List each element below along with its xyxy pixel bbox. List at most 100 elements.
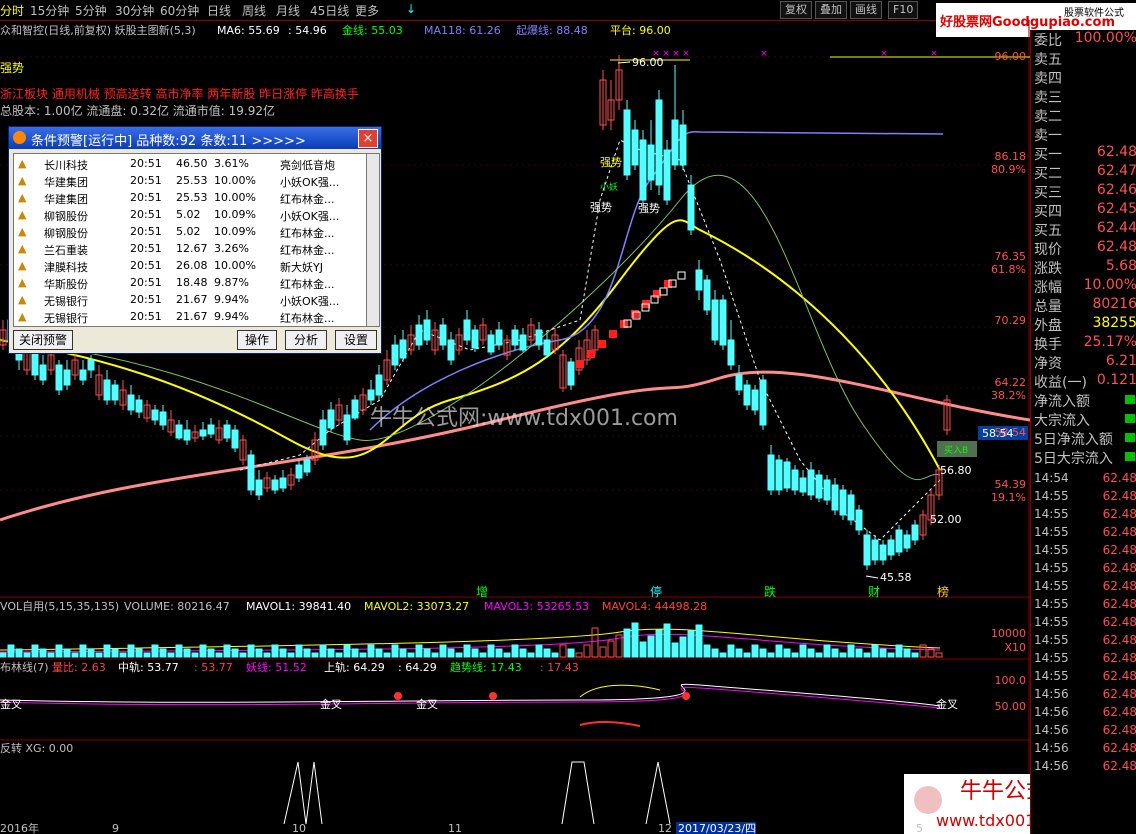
support-annotation: 52.00 <box>930 513 962 526</box>
rise-marker <box>631 310 639 318</box>
candle <box>111 384 119 401</box>
timeframe-tab-7[interactable]: 月线 <box>276 2 300 19</box>
high-pointer <box>617 61 631 64</box>
toolbar-button-1[interactable]: 叠加 <box>815 1 847 19</box>
candle <box>727 339 735 366</box>
timeframe-tab-3[interactable]: 30分钟 <box>115 2 154 19</box>
dropdown-arrow-icon[interactable]: ↓ <box>406 2 416 16</box>
boll-value-2: : 64.29 <box>398 661 437 674</box>
timeframe-tab-4[interactable]: 60分钟 <box>160 2 199 19</box>
toolbar-button-2[interactable]: 画线 <box>850 1 882 19</box>
volume-bar <box>559 644 567 658</box>
candle <box>663 149 671 201</box>
cow-logo-icon <box>914 786 942 814</box>
tick-row: 14:55 62.48 <box>1033 651 1136 669</box>
close-alert-button[interactable]: 关闭预警 <box>13 330 73 350</box>
timeframe-tab-1[interactable]: 15分钟 <box>30 2 69 19</box>
timeframe-tab-6[interactable]: 周线 <box>242 2 266 19</box>
tick-row: 14:55 62.48 <box>1033 489 1136 507</box>
volume-bar <box>695 624 703 658</box>
buy-level-5-value: 62.44 <box>1096 220 1136 236</box>
flow-row-0: 净流入额 <box>1033 391 1136 410</box>
quote-panel: 委比 100.00% 卖五 卖四 卖三 卖二 卖一 买一 62.48 买二 62.47 买三 62.46… <box>1030 30 1136 834</box>
timeframe-tab-2[interactable]: 5分钟 <box>75 2 107 19</box>
volume-bar <box>215 652 223 658</box>
candle <box>391 344 399 366</box>
alert-list-item[interactable]: ▲ 华建集团 20:51 25.53 10.00% 红布林金... <box>14 190 366 207</box>
alert-list-item[interactable]: ▲ 津膜科技 20:51 26.08 10.00% 新大妖YJ <box>14 258 366 275</box>
strong-label-1: 强势 <box>600 156 622 169</box>
tick-time: 14:56 <box>1034 759 1069 773</box>
alert-cell-0: 华建集团 <box>44 193 88 206</box>
up-arrow-icon: ▲ <box>18 242 27 255</box>
scrollbar[interactable] <box>366 153 380 327</box>
alert-list-item[interactable]: ▲ 长川科技 20:51 46.50 3.61% 亮剑低音炮 <box>14 156 366 173</box>
alert-list-item[interactable]: ▲ 无锡银行 20:51 21.67 9.94% 小妖OK强... <box>14 292 366 309</box>
flow-label: 5日大宗流入 <box>1034 451 1113 467</box>
date-label-3: 11 <box>448 822 462 834</box>
tick-row: 14:56 62.48 <box>1033 741 1136 759</box>
sell-level-4-label: 卖四 <box>1034 71 1062 87</box>
up-arrow-icon: ▲ <box>18 174 27 187</box>
price-axis-label: 100.0 <box>995 674 1027 687</box>
alert-cell-1: 20:51 <box>130 191 162 204</box>
volume-bar <box>831 648 839 658</box>
volume-bar <box>103 644 111 658</box>
close-icon[interactable]: × <box>358 129 378 148</box>
strong-label-3: 强势 <box>638 202 660 215</box>
alert-list-item[interactable]: ▲ 柳钢股份 20:51 5.02 10.09% 小妖OK强... <box>14 207 366 224</box>
volume-bar <box>711 648 719 658</box>
boll-value: : 53.77 <box>194 661 233 674</box>
candle <box>703 279 711 311</box>
alert-cell-2: 18.48 <box>176 276 208 289</box>
tick-price: 62.48 <box>1102 759 1136 773</box>
alert-list[interactable]: ▲ 长川科技 20:51 46.50 3.61% 亮剑低音炮 ▲ 华建集团 20:51 25.53… <box>13 153 367 327</box>
candle <box>711 299 719 341</box>
candle <box>279 477 287 489</box>
price-axis-label: 10000 <box>991 627 1026 640</box>
alert-cell-1: 20:51 <box>130 242 162 255</box>
up-arrow-icon: ▲ <box>18 276 27 289</box>
tick-row: 14:55 62.48 <box>1033 525 1136 543</box>
last-price-annotation: 56.80 <box>940 464 972 477</box>
alert-list-item[interactable]: ▲ 华斯股份 20:51 18.48 9.87% 红布林金... <box>14 275 366 292</box>
alert-title-bar[interactable]: 条件预警[运行中] 品种数:92 条数:11 >>>>> × <box>9 127 381 149</box>
timeframe-tab-5[interactable]: 日线 <box>207 2 231 19</box>
tick-price: 62.48 <box>1102 525 1136 539</box>
toolbar-button-3[interactable]: F10 <box>888 1 919 19</box>
stat-7: 收益(一) 0.121 <box>1033 372 1136 391</box>
toolbar-button-0[interactable]: 复权 <box>780 1 812 19</box>
volume-bar <box>359 652 367 658</box>
timeframe-tab-8[interactable]: 45日线 <box>310 2 349 19</box>
candle <box>207 424 215 435</box>
stat-3: 总量 80216 <box>1033 296 1136 315</box>
alert-cell-3: 9.94% <box>214 293 249 306</box>
volume-bar <box>183 648 191 658</box>
sell-level-2: 卖二 <box>1033 106 1136 125</box>
golden-cross-2: 金叉 <box>416 697 438 711</box>
settings-button[interactable]: 设置 <box>335 330 377 350</box>
volume-bar <box>567 648 575 658</box>
candle <box>847 494 855 521</box>
condition-alert-dialog[interactable]: 条件预警[运行中] 品种数:92 条数:11 >>>>> × ▲ 长川科技 20:5… <box>8 126 382 354</box>
alert-list-item[interactable]: ▲ 无锡银行 20:51 21.67 9.94% 红布林金... <box>14 309 366 326</box>
alert-list-item[interactable]: ▲ 柳钢股份 20:51 5.02 10.09% 红布林金... <box>14 224 366 241</box>
alert-list-item[interactable]: ▲ 兰石重装 20:51 12.67 3.26% 红布林金... <box>14 241 366 258</box>
analyze-button[interactable]: 分析 <box>285 330 327 350</box>
operate-button[interactable]: 操作 <box>237 330 277 350</box>
alert-list-item[interactable]: ▲ 华建集团 20:51 25.53 10.00% 小妖OK强... <box>14 173 366 190</box>
alert-cell-3: 10.00% <box>214 259 256 272</box>
timeframe-tab-0[interactable]: 分时 <box>0 2 24 19</box>
candle <box>159 411 167 426</box>
volume-bar <box>399 648 407 658</box>
timeframe-tab-9[interactable]: 更多 <box>355 2 379 19</box>
alert-cell-0: 柳钢股份 <box>44 210 88 223</box>
tick-time: 14:56 <box>1034 705 1069 719</box>
up-arrow-icon: ▲ <box>18 293 27 306</box>
volume-bar <box>487 644 495 658</box>
volume-bar <box>391 644 399 658</box>
current-price-value: 58.54 <box>982 427 1014 440</box>
date-label-0: 2016年 <box>0 821 39 834</box>
flow-row-3: 5日大宗流入 <box>1033 448 1136 467</box>
candle <box>831 484 839 511</box>
